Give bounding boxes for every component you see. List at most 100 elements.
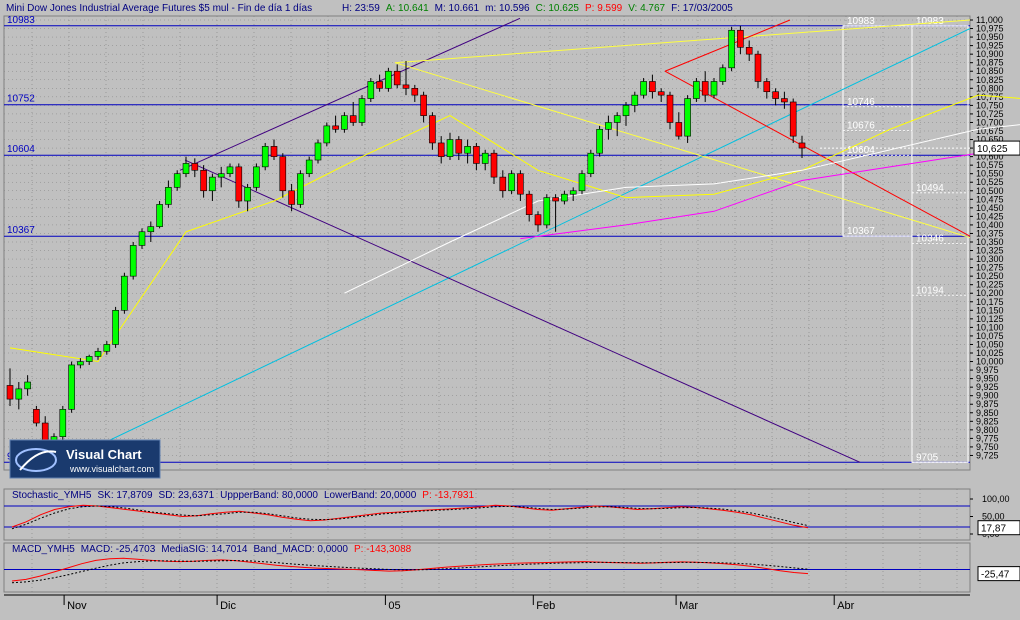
candle-body: [235, 166, 243, 202]
macd-title: MACD_YMH5: [12, 544, 75, 555]
candle-body: [85, 356, 93, 362]
candle-body: [200, 169, 207, 192]
stochastic-panel[interactable]: Stochastic_YMH5 SK: 17,8709 SD: 23,6371 Upp…: [3, 488, 1020, 541]
candle-body: [411, 88, 419, 96]
level-label-10983: 10983: [7, 15, 35, 26]
main-price-panel[interactable]: 11,00010,97510,95010,92510,90010,87510,8…: [3, 15, 1020, 471]
candle-body: [622, 105, 630, 116]
price-axis: 11,00010,97510,95010,92510,90010,87510,8…: [970, 15, 1004, 460]
stochastic-field-3: LowerBand: 20,0000: [324, 490, 417, 501]
candle[interactable]: [253, 163, 260, 191]
time-label-Mar: Mar: [679, 600, 698, 612]
candle[interactable]: [156, 201, 163, 229]
candle[interactable]: [789, 98, 797, 143]
candle-body: [156, 204, 163, 227]
candle-body: [754, 53, 762, 82]
candle[interactable]: [323, 122, 331, 147]
level-label-10367: 10367: [7, 225, 35, 236]
candle[interactable]: [385, 67, 392, 92]
retracement-box-2-label-10983: 10983: [916, 16, 944, 27]
candle-body: [147, 226, 155, 233]
candle[interactable]: [693, 78, 700, 102]
candle-body: [288, 190, 295, 205]
header-field-6: V: 4.767: [628, 3, 665, 14]
candle[interactable]: [297, 170, 304, 208]
header-field-1: A: 10.641: [386, 3, 429, 14]
candle-body: [781, 98, 788, 103]
candle[interactable]: [596, 125, 603, 157]
header-field-2: M: 10.661: [435, 3, 480, 14]
candle-body: [605, 122, 612, 130]
candle-body: [798, 142, 806, 149]
header-field-4: C: 10.625: [536, 3, 580, 14]
candle[interactable]: [587, 149, 595, 178]
candle[interactable]: [508, 170, 515, 195]
candle-body: [728, 29, 735, 69]
candle-body: [649, 81, 656, 93]
candle[interactable]: [121, 272, 128, 314]
macd-panel[interactable]: MACD_YMH5 MACD: -25,4703 MediaSIG: 14,7014…: [3, 542, 1020, 593]
candle[interactable]: [59, 405, 67, 441]
candle-body: [6, 385, 14, 400]
stochastic-last-label: 17,87: [981, 524, 1006, 535]
candle-body: [437, 142, 445, 157]
candle[interactable]: [235, 163, 243, 208]
candle-body: [490, 152, 498, 178]
candle[interactable]: [578, 170, 586, 195]
candle[interactable]: [367, 78, 375, 102]
candle-body: [270, 146, 278, 157]
chart-svg: 11,00010,97510,95010,92510,90010,87510,8…: [0, 0, 1020, 615]
candle-body: [297, 173, 304, 205]
candle-body: [376, 81, 383, 89]
candle-body: [94, 350, 102, 357]
candle[interactable]: [68, 361, 75, 413]
candle[interactable]: [129, 242, 137, 280]
candle-body: [525, 193, 533, 215]
stochastic-title: Stochastic_YMH5: [12, 490, 92, 501]
candle[interactable]: [684, 95, 691, 143]
candle-body: [640, 81, 647, 96]
candle-body: [279, 156, 287, 192]
candle[interactable]: [112, 306, 119, 348]
candle[interactable]: [728, 26, 735, 72]
time-label-Nov: Nov: [67, 600, 87, 612]
candle-body: [657, 91, 665, 96]
stochastic-field-0: SK: 17,8709: [97, 490, 152, 501]
level-label-10604: 10604: [7, 144, 35, 155]
level-label-10752: 10752: [7, 94, 35, 105]
candle-body: [499, 176, 507, 192]
candle[interactable]: [358, 95, 366, 126]
candle-body: [217, 173, 225, 178]
candle-body: [332, 125, 339, 130]
candle-body: [737, 29, 744, 48]
candle[interactable]: [279, 153, 287, 198]
candle-body: [341, 115, 348, 130]
candle-body: [402, 84, 410, 89]
candle[interactable]: [261, 142, 269, 171]
candle-body: [552, 197, 559, 202]
candle-body: [561, 193, 568, 202]
candle-body: [112, 310, 119, 345]
retracement-box-2-label-10346: 10346: [916, 233, 944, 244]
stochastic-tick-label: 50,00: [982, 512, 1005, 522]
logo-url: www.visualchart.com: [69, 464, 154, 474]
header-fields: H: 23:59 A: 10.641 M: 10.661 m: 10.596 C: 10…: [342, 3, 733, 14]
macd-field-0: MACD: -25,4703: [81, 544, 156, 555]
header-field-3: m: 10.596: [485, 3, 530, 14]
candle-body: [473, 146, 480, 164]
candle-body: [138, 231, 146, 246]
retracement-box-1-label-10367: 10367: [847, 226, 875, 237]
candle[interactable]: [314, 139, 322, 164]
candle-body: [763, 81, 771, 93]
candle-body: [789, 101, 797, 137]
candle-body: [68, 364, 75, 410]
candle-body: [33, 409, 40, 424]
macd-field-2: Band_MACD: 0,0000: [253, 544, 348, 555]
candle[interactable]: [543, 194, 551, 229]
macd-field-1: MediaSIG: 14,7014: [161, 544, 248, 555]
retracement-box-2-label-9705: 9705: [916, 452, 939, 463]
candle-body: [464, 146, 471, 154]
candle-body: [446, 139, 454, 157]
candle-body: [631, 94, 639, 106]
candle-body: [587, 152, 595, 174]
